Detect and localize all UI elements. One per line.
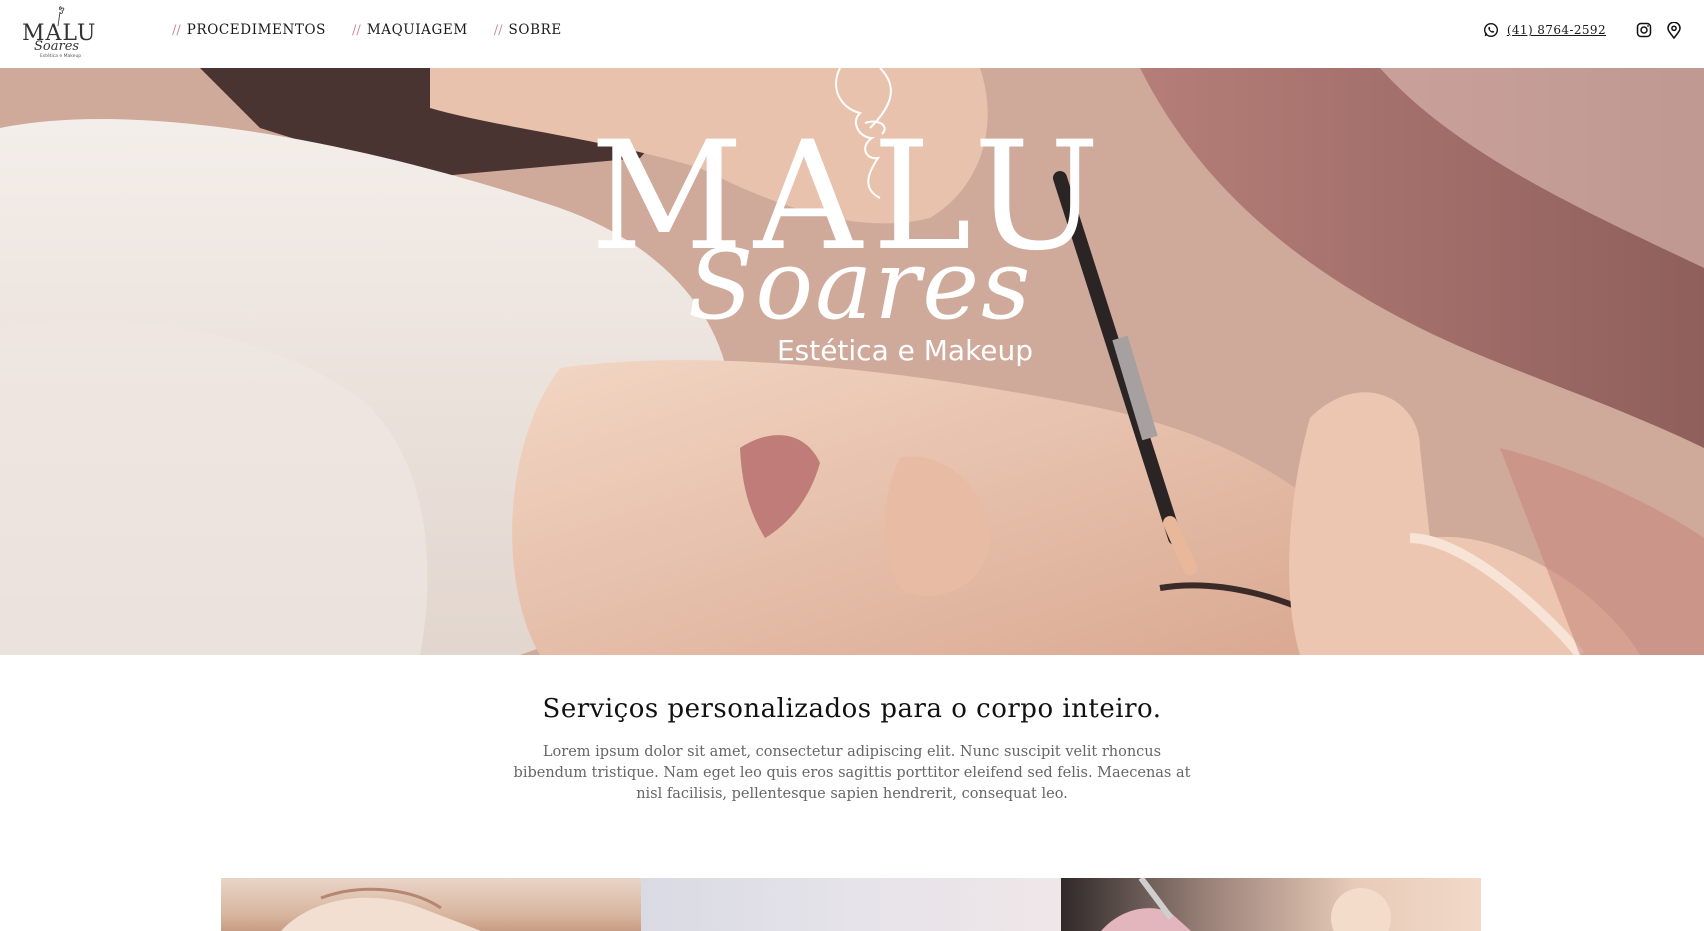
instagram-icon[interactable]: [1634, 20, 1654, 40]
nav-slash: //: [172, 22, 181, 38]
hero-logo-script: Soares: [688, 229, 1033, 341]
service-card-image: [1101, 878, 1391, 931]
hero-banner: MALU Soares Estética e Makeup: [0, 68, 1704, 655]
main-nav: // PROCEDIMENTOS // MAQUIAGEM // SOBRE: [172, 0, 562, 60]
service-cards: [221, 878, 1481, 931]
service-card-treatment[interactable]: [1061, 878, 1481, 931]
nav-item-sobre[interactable]: // SOBRE: [494, 22, 562, 38]
brand-logo[interactable]: MALU Soares Estética e Makeup: [20, 4, 100, 60]
header-contact: (41) 8764-2592: [1481, 0, 1684, 60]
hero-logo-tagline: Estética e Makeup: [777, 334, 1033, 367]
nav-label: MAQUIAGEM: [366, 22, 468, 38]
brand-logo-tagline: Estética e Makeup: [40, 52, 81, 59]
phone-link[interactable]: (41) 8764-2592: [1481, 20, 1606, 40]
brand-logo-script: Soares: [34, 39, 79, 54]
nav-slash: //: [493, 22, 503, 38]
nav-item-procedimentos[interactable]: // PROCEDIMENTOS: [172, 22, 326, 38]
whatsapp-icon: [1481, 20, 1501, 40]
hero-brand-logo: MALU Soares Estética e Makeup: [590, 68, 1100, 367]
services-description: Lorem ipsum dolor sit amet, consectetur …: [513, 744, 1191, 802]
nav-label: PROCEDIMENTOS: [186, 22, 327, 38]
service-card-massage[interactable]: [221, 878, 641, 931]
location-pin-icon[interactable]: [1664, 20, 1684, 40]
nav-item-maquiagem[interactable]: // MAQUIAGEM: [352, 22, 468, 38]
service-card-skincare[interactable]: [641, 878, 1061, 931]
services-section: Serviços personalizados para o corpo int…: [0, 655, 1704, 805]
site-header: MALU Soares Estética e Makeup // PROCEDI…: [0, 0, 1704, 68]
services-title: Serviços personalizados para o corpo int…: [542, 694, 1162, 724]
service-card-image: [281, 887, 481, 931]
nav-slash: //: [352, 22, 361, 38]
phone-number: (41) 8764-2592: [1506, 23, 1606, 37]
nav-label: SOBRE: [508, 22, 562, 38]
